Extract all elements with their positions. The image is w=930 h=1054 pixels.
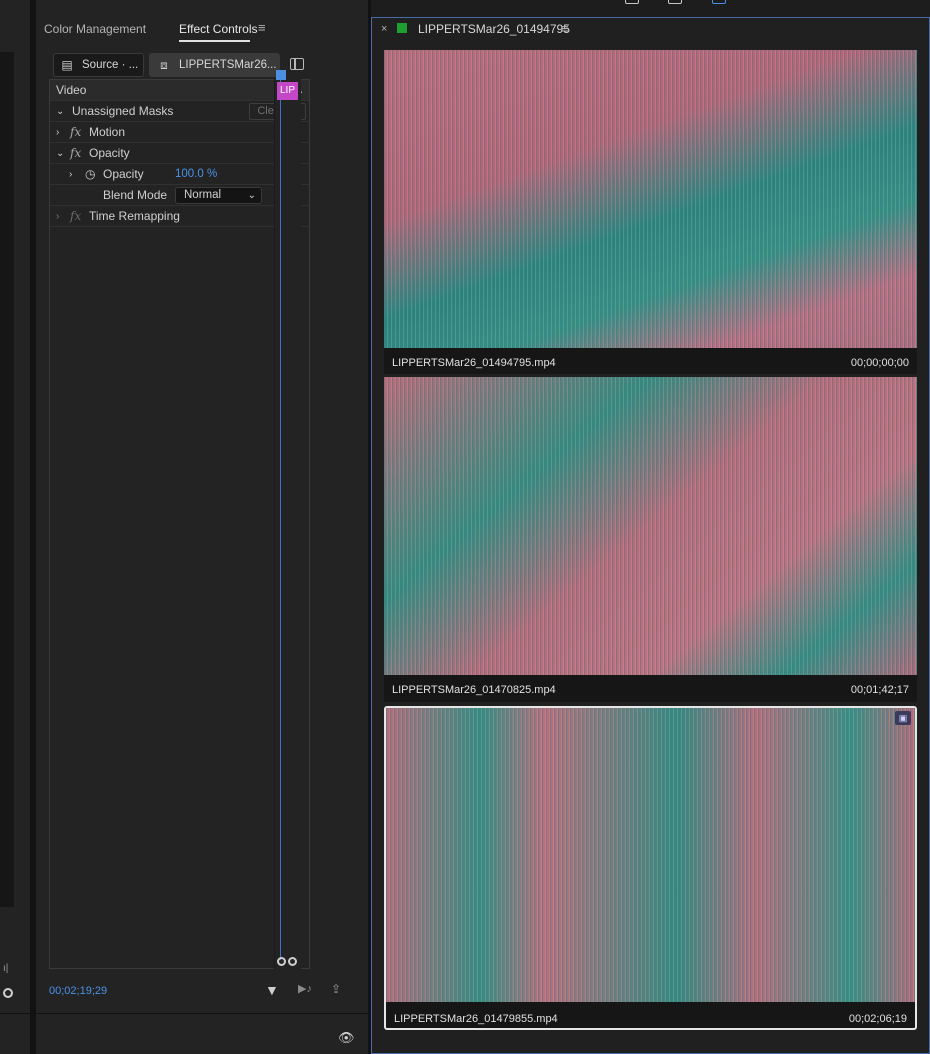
video-label: Video (56, 83, 87, 97)
clip-name: LIPPERTSMar26_01479855.mp4 (394, 1013, 558, 1025)
filter-icon[interactable]: ▼ (265, 982, 279, 998)
clip-thumbnail-card[interactable]: LIPPERTSMar26_01494795.mp4 00;00;00;00 (384, 50, 917, 374)
clip-name: LIPPERTSMar26_01470825.mp4 (392, 684, 556, 696)
playhead-handle[interactable] (276, 70, 286, 80)
toggle-timeline-view-icon[interactable] (290, 58, 304, 70)
opacity-property-label: Opacity (103, 167, 144, 181)
clip-thumbnail-image[interactable] (386, 708, 915, 1002)
clip-timecode: 00;02;06;19 (848, 1013, 907, 1025)
toolbar-icon[interactable] (668, 0, 682, 4)
chevron-right-icon[interactable]: › (56, 211, 59, 222)
clip-name: LIPPERTSMar26_01494795.mp4 (392, 357, 556, 369)
opacity-property-row[interactable]: › ◷ Opacity 100.0 % ⟲ (50, 164, 309, 185)
toolbar-icon[interactable] (712, 0, 726, 4)
source-clip-button[interactable]: ▤ Source · ... (53, 53, 144, 77)
source-clip-label: Source · ... (82, 59, 139, 71)
clip-thumbnail-card-selected[interactable]: ▣ LIPPERTSMar26_01479855.mp4 00;02;06;19 (384, 706, 917, 1030)
toolbar-icon[interactable] (625, 0, 639, 4)
stopwatch-icon[interactable]: ◷ (85, 167, 95, 181)
opacity-effect-row[interactable]: ⌄ fx Opacity ⟲ (50, 143, 309, 164)
sequence-badge-icon: ▣ (895, 711, 911, 725)
clip-thumbnail-image[interactable] (384, 50, 917, 348)
effect-controls-panel: Color Management Effect Controls ≡ ▤ Sou… (36, 0, 368, 1054)
fx-icon: fx (70, 209, 82, 223)
time-remapping-row[interactable]: › fx Time Remapping (50, 206, 309, 227)
chevron-right-icon[interactable]: › (56, 127, 59, 138)
bin-title[interactable]: LIPPERTSMar26_01494795 (418, 22, 570, 36)
zoom-handle-right[interactable] (288, 957, 297, 966)
zoom-scroll-handle[interactable] (277, 957, 299, 969)
sequence-clip-button[interactable]: ⧈ LIPPERTSMar26... (149, 53, 280, 77)
clip-timecode: 00;00;00;00 (850, 357, 909, 369)
clip-thumbnail-image[interactable] (384, 377, 917, 675)
opacity-group-label: Opacity (89, 146, 130, 160)
tab-color-management[interactable]: Color Management (44, 22, 146, 36)
chevron-down-icon[interactable]: ⌄ (56, 148, 64, 159)
unassigned-masks-row[interactable]: ⌄ Unassigned Masks Clear all (50, 101, 309, 122)
source-monitor-icon: ▤ (61, 58, 73, 72)
opacity-value[interactable]: 100.0 % (175, 168, 217, 180)
tab-effect-controls[interactable]: Effect Controls (179, 22, 257, 36)
video-section-header: Video ▲ (50, 80, 309, 101)
sequence-clip-label: LIPPERTSMar26... (179, 59, 277, 71)
playhead-line[interactable] (280, 78, 281, 960)
time-remapping-label: Time Remapping (89, 209, 180, 223)
panel-separator (36, 1013, 368, 1014)
blend-mode-row: Blend Mode Normal ⌄ ⟲ (50, 185, 309, 206)
play-audio-icon[interactable]: ▶♪ (298, 982, 312, 995)
zoom-handle-left[interactable] (277, 957, 286, 966)
close-icon[interactable]: × (381, 23, 387, 35)
blend-mode-label: Blend Mode (103, 188, 168, 202)
effects-list: Video ▲ ⌄ Unassigned Masks Clear all › f… (49, 79, 310, 969)
bin-color-label (397, 23, 407, 33)
previous-panel-strip: ı| (0, 0, 30, 1054)
motion-label: Motion (89, 125, 126, 139)
fx-icon[interactable]: fx (70, 146, 81, 160)
chevron-down-icon: ⌄ (247, 190, 256, 201)
fx-icon[interactable]: fx (70, 125, 81, 139)
blend-mode-value: Normal (184, 189, 222, 201)
unassigned-masks-label: Unassigned Masks (72, 104, 174, 118)
clip-timecode: 00;01;42;17 (850, 684, 909, 696)
export-icon[interactable]: ⇪ (331, 982, 341, 996)
panel-menu-icon[interactable]: ≡ (258, 20, 266, 35)
effect-timeline-area[interactable] (274, 79, 301, 969)
motion-effect-row[interactable]: › fx Motion ⟲ (50, 122, 309, 143)
eye-icon[interactable]: 👁 (338, 1030, 355, 1046)
sequence-clip-icon: ⧈ (160, 58, 168, 72)
clip-marker[interactable]: LIP (277, 82, 298, 100)
active-tab-underline (179, 40, 250, 42)
chevron-down-icon[interactable]: ⌄ (56, 106, 64, 117)
panel-separator (0, 1013, 30, 1014)
playhead-timecode[interactable]: 00;02;19;29 (49, 985, 107, 997)
chevron-right-icon[interactable]: › (69, 169, 72, 180)
slider-knob[interactable] (3, 988, 13, 998)
previous-panel-viewport (0, 52, 14, 907)
panel-menu-icon[interactable]: ≡ (561, 21, 569, 36)
level-tick-icon: ı| (3, 963, 9, 974)
blend-mode-select[interactable]: Normal ⌄ (175, 187, 262, 204)
clip-thumbnail-card[interactable]: LIPPERTSMar26_01470825.mp4 00;01;42;17 (384, 377, 917, 702)
